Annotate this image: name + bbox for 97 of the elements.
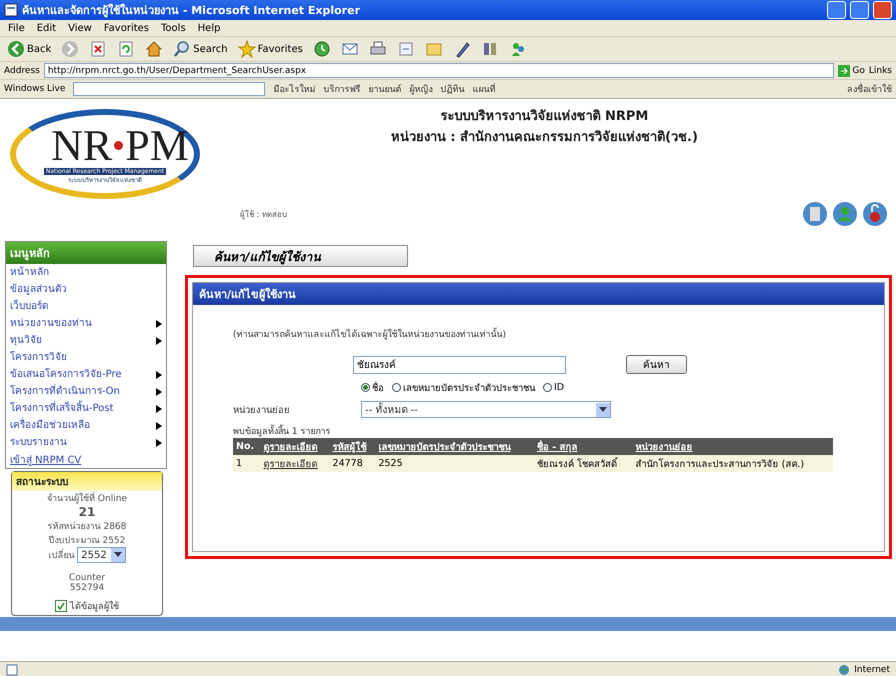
unit-select[interactable]: -- ทั้งหมด -- <box>361 401 611 418</box>
radio-button[interactable] <box>543 383 552 392</box>
search-button[interactable]: ค้นหา <box>626 355 687 374</box>
sidebar-item[interactable]: ข้อมูลส่วนตัว <box>6 281 166 298</box>
close-button[interactable] <box>873 1 892 19</box>
year-label: เปลี่ยน <box>48 548 74 562</box>
maximize-button[interactable] <box>850 1 869 19</box>
user-icon[interactable] <box>832 201 858 227</box>
page-icon <box>6 664 18 676</box>
checkbox-label: ได้ข้อมูลผู้ใช้ <box>70 600 119 613</box>
checkbox[interactable] <box>55 600 67 612</box>
column-header[interactable]: ชื่อ - สกุล <box>534 438 633 455</box>
toolbar-link[interactable]: ผู้หญิง <box>409 82 432 96</box>
column-header[interactable]: เลขหมายบัตรประจำตัวประชาชน <box>375 438 534 455</box>
lock-icon[interactable] <box>862 201 888 227</box>
home-icon <box>145 40 164 58</box>
note-text: (ท่านสามารถค้นหาและแก้ไขได้เฉพาะผู้ใช้ในหน่วยงานของท่านเท่านั้น) <box>233 327 884 341</box>
agency-title: หน่วยงาน : สำนักงานคณะกรรมการวิจัยแห่งชาติ(วช.) <box>390 129 698 147</box>
panel-title: ค้นหา/แก้ไขผู้ใช้งาน <box>193 283 884 305</box>
toolbar-button[interactable]: Search <box>170 39 231 59</box>
table-cell: 1 <box>233 455 261 472</box>
toolbar-button[interactable]: Favorites <box>234 39 306 59</box>
dropdown-caret-icon <box>599 406 607 412</box>
zone-label: Internet <box>854 665 890 675</box>
search-field[interactable] <box>73 82 266 96</box>
sidebar-item[interactable]: ทุนวิจัย <box>6 332 166 349</box>
sign-in-link[interactable]: ลงชื่อเข้าใช้ <box>847 82 892 96</box>
status-header: สถานะระบบ <box>12 472 162 491</box>
sidebar-item[interactable]: โครงการที่เสร็จสิ้น-Post <box>6 400 166 417</box>
year-select[interactable]: 2552 <box>77 547 126 563</box>
radio-label: ID <box>554 382 564 393</box>
toolbar-link[interactable]: มีอะไรใหม่ <box>273 82 316 96</box>
radio-label: เลขหมายบัตรประจำตัวประชาชน <box>403 382 535 395</box>
toolbar-link[interactable]: ปฏิทิน <box>440 82 464 96</box>
windows-live-label: Windows Live <box>4 84 66 94</box>
radio-label: ชื่อ <box>372 380 384 395</box>
globe-icon <box>838 664 850 676</box>
sidebar-item[interactable]: หน่วยงานของท่าน <box>6 315 166 332</box>
sidebar-item[interactable]: ระบบรายงาน <box>6 434 166 451</box>
toolbar-button[interactable]: Back <box>4 39 54 59</box>
sidebar-item[interactable]: ข้อเสนอโครงการวิจัย-Pre <box>6 366 166 383</box>
column-header[interactable]: รหัสผู้ใช้ <box>330 438 376 455</box>
menu-item[interactable]: View <box>64 22 96 34</box>
minimize-button[interactable] <box>827 1 846 19</box>
forward-icon <box>61 40 80 58</box>
favorites-icon <box>238 40 256 58</box>
toolbar-link[interactable]: บริการฟรี <box>323 82 360 96</box>
dropdown-caret-icon <box>114 552 122 558</box>
toolbar-link[interactable]: แผนที่ <box>472 82 496 96</box>
radio-button[interactable] <box>392 383 401 392</box>
history-icon <box>312 40 331 58</box>
menu-item[interactable]: Edit <box>32 22 60 34</box>
menu-item[interactable]: Tools <box>157 22 190 34</box>
go-button[interactable]: Go <box>838 64 865 76</box>
edit-icon <box>396 40 415 58</box>
menu-item[interactable]: File <box>4 22 29 34</box>
toolbar-link[interactable]: ยานยนต์ <box>368 82 402 96</box>
address-field[interactable]: http://nrpm.nrct.go.th/User/Department_SearchUser.aspx <box>44 63 834 78</box>
sidebar-item[interactable]: เครื่องมือช่วยเหลือ <box>6 417 166 434</box>
stop-icon <box>89 40 108 58</box>
search-edit-tab[interactable]: ค้นหา/แก้ไขผู้ใช้งาน <box>193 245 408 267</box>
online-label: จำนวนผู้ใช้ที่ Online <box>47 491 127 505</box>
column-header: No. <box>233 438 261 455</box>
sidebar-item[interactable]: หน้าหลัก <box>6 264 166 281</box>
cv-link[interactable]: เข้าสู่ NRPM CV <box>6 451 166 468</box>
system-title: ระบบบริหารงานวิจัยแห่งชาติ NRPM <box>440 108 648 126</box>
document-icon[interactable] <box>802 201 828 227</box>
table-cell: ชัยณรงค์ โชคสวัสดิ์ <box>534 455 633 472</box>
online-count: 21 <box>78 505 96 519</box>
sidebar-item[interactable]: โครงการวิจัย <box>6 349 166 366</box>
menu-item[interactable]: Help <box>194 22 224 34</box>
agency-code: รหัสหน่วยงาน 2868 <box>48 521 126 533</box>
address-label: Address <box>4 66 40 76</box>
sidebar-item[interactable]: เว็บบอร์ด <box>6 298 166 315</box>
radio-button[interactable] <box>361 383 370 392</box>
arrow-icon <box>838 64 850 76</box>
counter-label: Counter <box>69 573 105 583</box>
page-icon <box>4 3 18 17</box>
menu-header: เมนูหลัก <box>6 242 166 264</box>
sidebar-item[interactable]: โครงการที่ดำเนินการ-On <box>6 383 166 400</box>
fiscal-year: ปีงบประมาณ 2552 <box>48 534 126 547</box>
column-header[interactable]: ดูรายละเอียด <box>260 438 330 455</box>
links-label[interactable]: Links <box>868 66 892 76</box>
unit-label: หน่วยงานย่อย <box>233 404 291 417</box>
table-cell: สำนักโครงการและประสานการวิจัย (สค.) <box>632 455 833 472</box>
search-icon <box>173 40 192 58</box>
search-field[interactable]: ชัยณรงค์ <box>353 356 566 374</box>
column-header[interactable]: หน่วยงานย่อย <box>632 438 833 455</box>
user-label: ผู้ใช้ : ทดสอบ <box>240 208 287 221</box>
refresh-icon <box>117 40 136 58</box>
back-icon <box>7 40 25 58</box>
window-title: ค้นหาและจัดการผู้ใช้ในหน่วยงาน - Microsoft Internet Explorer <box>22 2 361 19</box>
menu-item[interactable]: Favorites <box>100 22 154 34</box>
counter-value: 552794 <box>70 583 104 593</box>
result-count: พบข้อมูลทั้งสิ้น 1 รายการ <box>233 424 884 438</box>
table-cell: 2525 <box>375 455 534 472</box>
table-cell: 24778 <box>330 455 376 472</box>
